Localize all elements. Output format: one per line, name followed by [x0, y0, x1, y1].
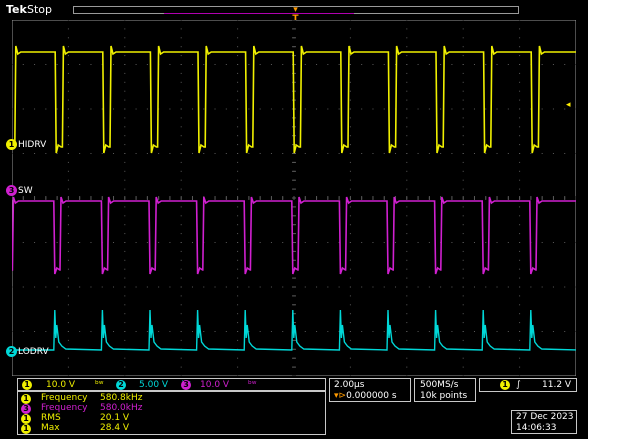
measurements-panel: 1 Frequency 580.8kHz 3 Frequency 580.0kH…	[17, 391, 326, 435]
measurement-source-indicator: 1	[21, 393, 31, 404]
ch2-label: LODRV	[18, 347, 49, 357]
measurement-value: 20.1 V	[100, 413, 130, 423]
measurement-name: Max	[41, 423, 60, 433]
oscilloscope-screen: Tek Stop ▾T▾ 1HIDRV 3SW 2LODRV ◂ 1 10.0 …	[0, 0, 588, 439]
waveform-graticule	[12, 20, 576, 376]
ch3-ground-marker[interactable]: 3 SW	[6, 185, 33, 197]
ch3-label: SW	[18, 186, 33, 196]
trigger-source-indicator: 1	[500, 380, 510, 390]
acquisition-state: Stop	[27, 3, 53, 16]
channel-scale-bar: 1 10.0 V ᵇʷ 2 5.00 V ᵇʷ 3 10.0 V ᵇʷ	[17, 378, 326, 391]
date-time-panel: 27 Dec 2023 14:06:33	[511, 410, 577, 434]
record-view-window	[164, 7, 354, 14]
measurement-value: 580.8kHz	[100, 393, 143, 403]
time: 14:06:33	[516, 423, 557, 433]
measurement-row[interactable]: 1 RMS 20.1 V	[21, 413, 129, 424]
horizontal-delay: ▾⊳0.000000 s	[334, 391, 397, 401]
measurement-row[interactable]: 3 Frequency 580.0kHz	[21, 403, 142, 414]
measurement-row[interactable]: 1 Max 28.4 V	[21, 423, 129, 434]
ch1-scale[interactable]: 10.0 V	[46, 379, 75, 391]
ch1-ground-marker[interactable]: 1 HIDRV	[6, 139, 46, 151]
ch2-scale[interactable]: 5.00 V	[139, 379, 168, 391]
acquisition-panel[interactable]: 500MS/s 10k points	[414, 378, 476, 402]
measurement-name: RMS	[41, 413, 61, 423]
rising-edge-icon: ∫	[516, 380, 521, 390]
brand-logo: Tek	[6, 3, 27, 16]
trigger-level-arrow-icon: ◂	[566, 100, 571, 110]
trigger-delay-icon: ▾⊳	[334, 391, 347, 401]
trigger-level: 11.2 V	[542, 380, 572, 390]
record-length: 10k points	[420, 391, 468, 401]
ch2-indicator: 2	[116, 380, 126, 390]
ch3-indicator: 3	[181, 380, 191, 390]
measurement-value: 580.0kHz	[100, 403, 143, 413]
ch1-label: HIDRV	[18, 140, 47, 150]
ch1-indicator: 1	[22, 380, 32, 390]
measurement-source-indicator: 1	[21, 413, 31, 424]
bw-limit-icon: ᵇʷ	[248, 380, 257, 390]
measurement-name: Frequency	[41, 393, 88, 403]
ch2-ground-marker[interactable]: 2 LODRV	[6, 346, 49, 358]
bw-limit-icon: ᵇʷ	[95, 380, 104, 390]
trigger-panel[interactable]: 1 ∫ 11.2 V	[479, 378, 577, 392]
measurement-name: Frequency	[41, 403, 88, 413]
measurement-value: 28.4 V	[100, 423, 130, 433]
timebase-panel[interactable]: 2.00µs ▾⊳0.000000 s	[329, 378, 411, 402]
top-status-bar: Tek Stop ▾T▾	[0, 0, 588, 33]
ch3-scale[interactable]: 10.0 V	[200, 379, 229, 391]
measurement-source-indicator: 1	[21, 423, 31, 434]
measurement-source-indicator: 3	[21, 403, 31, 414]
measurement-row[interactable]: 1 Frequency 580.8kHz	[21, 393, 142, 404]
